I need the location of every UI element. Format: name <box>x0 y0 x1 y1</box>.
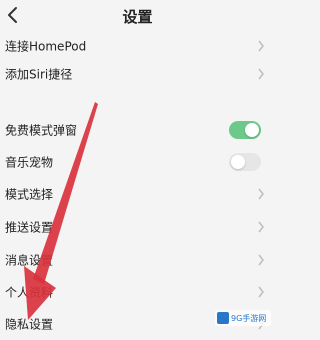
toggle-knob <box>231 155 245 169</box>
watermark-badge-icon <box>217 312 229 324</box>
settings-row-free-mode-popup: 免费模式弹窗 <box>0 114 275 146</box>
watermark-logo: 9G手游网 <box>215 310 271 326</box>
header-bar: 设置 <box>0 0 275 30</box>
settings-row-push-settings[interactable]: 推送设置 <box>0 211 275 243</box>
row-label: 模式选择 <box>5 187 54 202</box>
row-label: 推送设置 <box>5 220 54 235</box>
chevron-right-icon <box>258 68 264 80</box>
row-label: 个人资料 <box>5 285 54 300</box>
settings-row-profile[interactable]: 个人资料 <box>0 276 275 308</box>
music-pet-toggle[interactable] <box>229 153 261 171</box>
row-label: 添加Siri捷径 <box>5 67 73 82</box>
settings-row-add-siri-shortcut[interactable]: 添加Siri捷径 <box>0 58 275 90</box>
row-label: 免费模式弹窗 <box>5 123 78 138</box>
toggle-knob <box>245 123 259 137</box>
chevron-right-icon <box>258 286 264 298</box>
free-mode-popup-toggle[interactable] <box>229 121 261 139</box>
settings-row-mode-select[interactable]: 模式选择 <box>0 178 275 210</box>
settings-row-message-settings[interactable]: 消息设置 <box>0 244 275 276</box>
row-label: 消息设置 <box>5 253 54 268</box>
chevron-right-icon <box>258 188 264 200</box>
row-label: 音乐宠物 <box>5 155 54 170</box>
settings-row-music-pet: 音乐宠物 <box>0 146 275 178</box>
page-title: 设置 <box>122 8 153 26</box>
chevron-right-icon <box>258 221 264 233</box>
row-label: 连接HomePod <box>5 39 87 54</box>
chevron-right-icon <box>258 40 264 52</box>
watermark-text: 9G手游网 <box>231 314 267 323</box>
chevron-right-icon <box>258 254 264 266</box>
